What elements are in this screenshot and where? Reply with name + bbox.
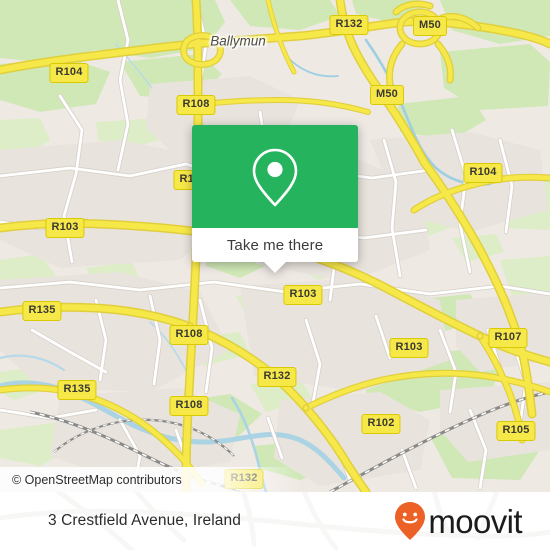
- road-shield[interactable]: M50: [413, 16, 447, 36]
- footer-bar: 3 Crestfield Avenue, Ireland moovit: [0, 492, 550, 550]
- road-shield[interactable]: R103: [45, 218, 85, 238]
- popup-tail-icon: [264, 262, 286, 273]
- road-shield[interactable]: R108: [176, 95, 216, 115]
- map-pin-icon: [252, 148, 298, 206]
- road-shield[interactable]: R132: [224, 469, 264, 489]
- road-shield[interactable]: R135: [22, 301, 62, 321]
- road-shield[interactable]: R102: [361, 414, 401, 434]
- moovit-brand-logo[interactable]: moovit: [393, 500, 523, 542]
- road-shield[interactable]: R132: [257, 367, 297, 387]
- moovit-wordmark: moovit: [428, 502, 522, 540]
- map-canvas[interactable]: Ballymun R132 M50 R104 M50 R108 R104 R10…: [0, 0, 550, 492]
- road-shield[interactable]: R103: [389, 338, 429, 358]
- road-shield[interactable]: R104: [463, 163, 503, 183]
- road-shield[interactable]: R135: [57, 380, 97, 400]
- popup-icon-area: [192, 125, 358, 228]
- road-shield[interactable]: R105: [496, 421, 536, 441]
- road-shield[interactable]: M50: [370, 85, 404, 105]
- road-shield[interactable]: R104: [49, 63, 89, 83]
- road-shield[interactable]: R107: [488, 328, 528, 348]
- place-label-ballymun: Ballymun: [210, 33, 266, 49]
- road-shield[interactable]: R103: [283, 285, 323, 305]
- take-me-there-popup[interactable]: Take me there: [192, 125, 358, 273]
- location-address: 3 Crestfield Avenue, Ireland: [48, 512, 241, 529]
- road-shield[interactable]: R108: [169, 325, 209, 345]
- popup-cta[interactable]: Take me there: [192, 228, 358, 273]
- road-shield[interactable]: R108: [169, 396, 209, 416]
- moovit-smiley-pin-icon: [395, 502, 426, 540]
- popup-cta-label: Take me there: [226, 236, 324, 254]
- moovit-map-screenshot: Ballymun R132 M50 R104 M50 R108 R104 R10…: [0, 0, 550, 550]
- road-shield[interactable]: R132: [329, 15, 369, 35]
